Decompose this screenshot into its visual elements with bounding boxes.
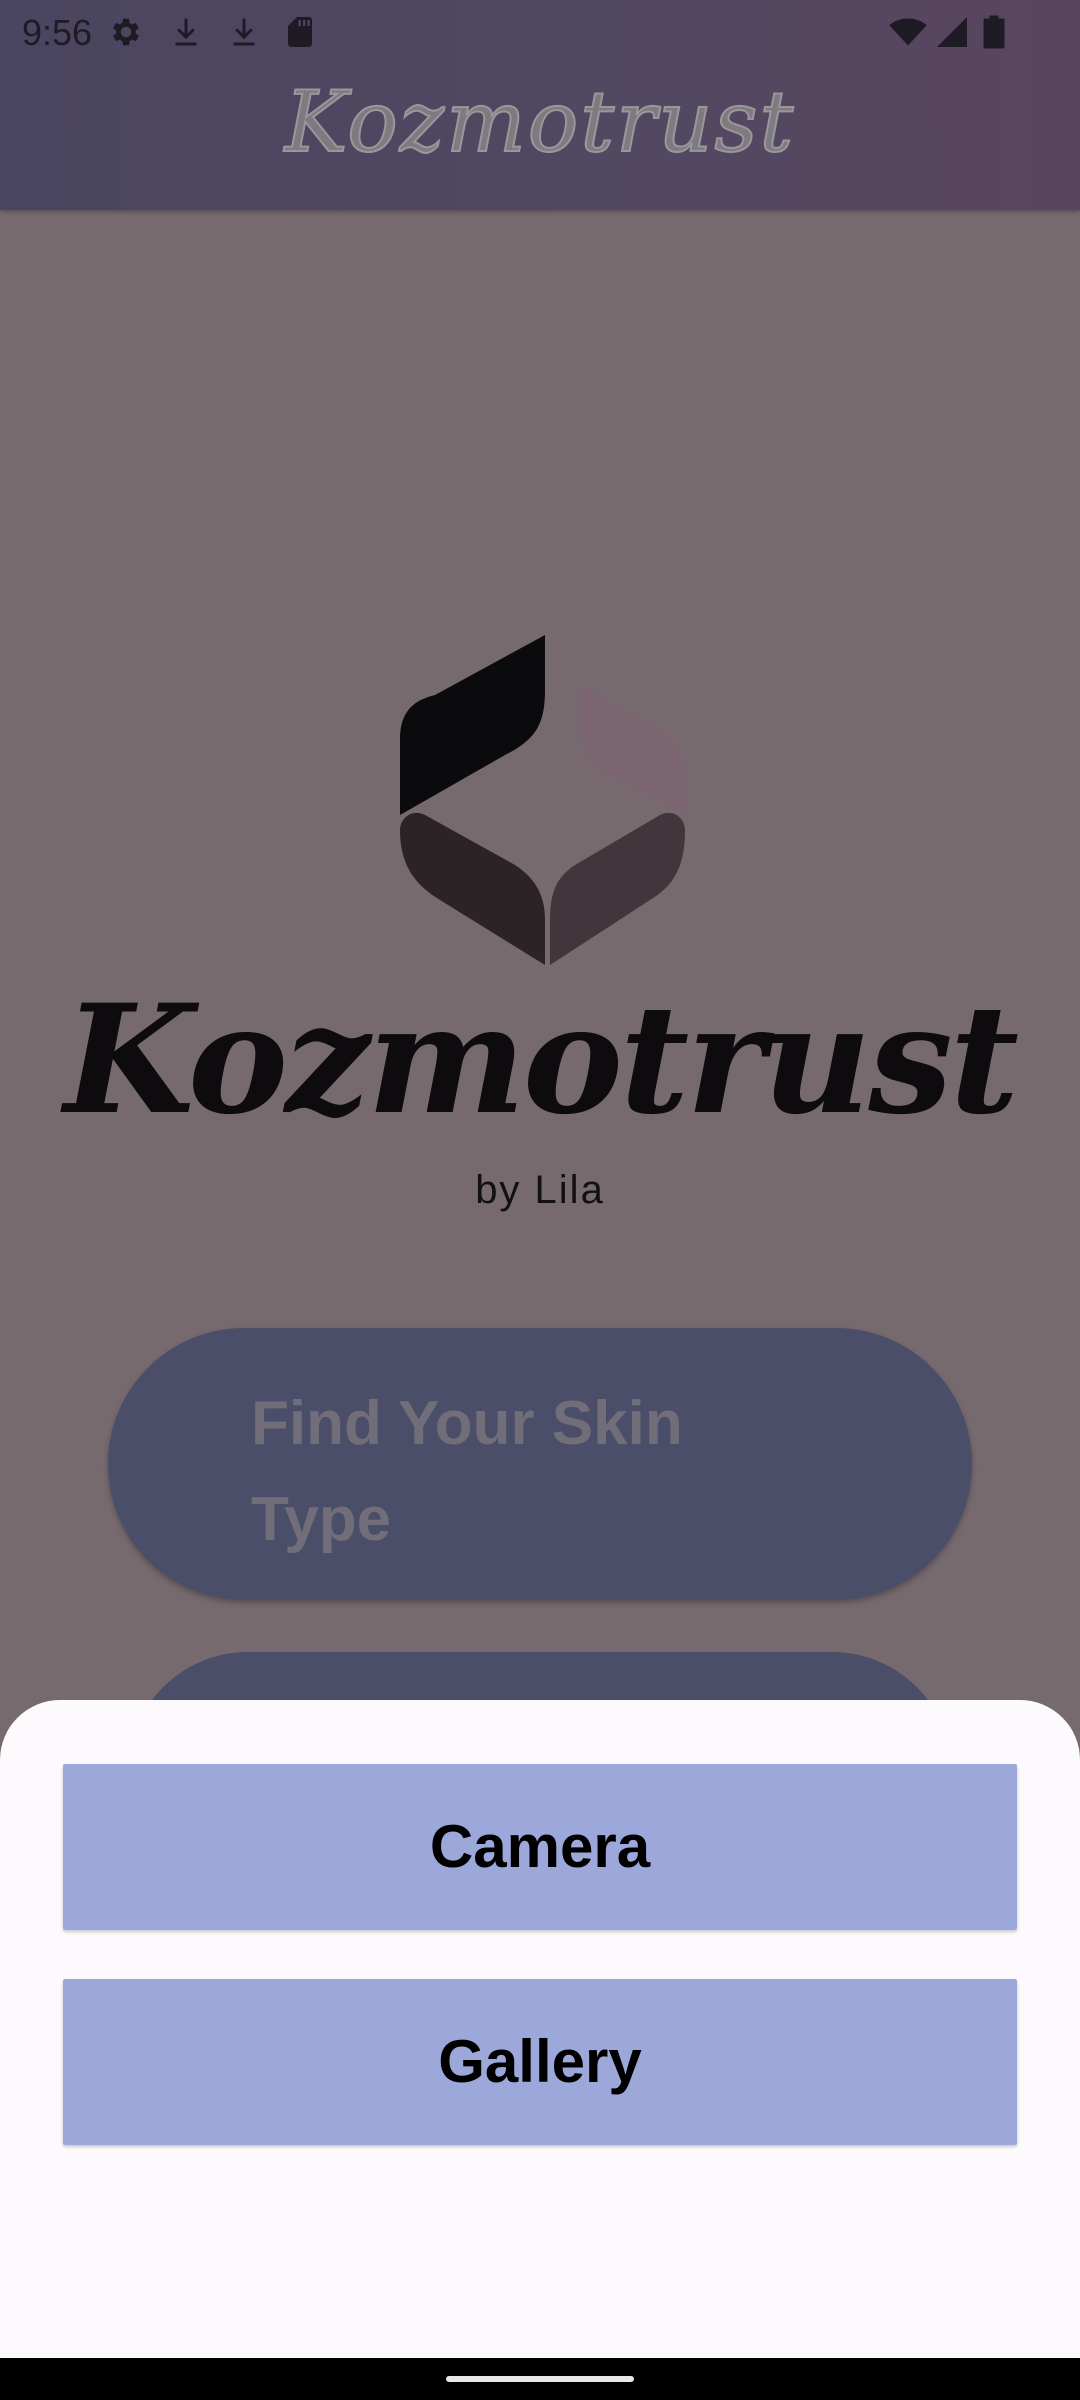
brand-logo-icon	[395, 630, 695, 965]
home-indicator[interactable]	[446, 2376, 634, 2382]
navigation-bar	[0, 2358, 1080, 2400]
download-icon	[226, 14, 262, 55]
sd-card-icon	[282, 14, 318, 55]
brand-name: Kozmotrust	[63, 972, 1019, 1148]
app-bar-title: Kozmotrust	[284, 73, 796, 171]
status-bar: 9:56	[0, 0, 1080, 64]
find-skin-type-label: Find Your Skin Type	[251, 1389, 683, 1554]
download-icon	[168, 14, 204, 55]
find-skin-type-button[interactable]: Find Your Skin Type	[108, 1328, 972, 1600]
image-source-bottom-sheet: Camera Gallery	[0, 1700, 1080, 2358]
signal-icon	[934, 14, 970, 55]
brand-byline: by Lila	[475, 1168, 605, 1212]
gear-icon	[108, 14, 144, 55]
camera-button[interactable]: Camera	[63, 1764, 1017, 1930]
status-time: 9:56	[22, 12, 93, 53]
battery-icon	[982, 14, 1006, 55]
gallery-button[interactable]: Gallery	[63, 1979, 1017, 2145]
wifi-icon	[888, 14, 928, 55]
